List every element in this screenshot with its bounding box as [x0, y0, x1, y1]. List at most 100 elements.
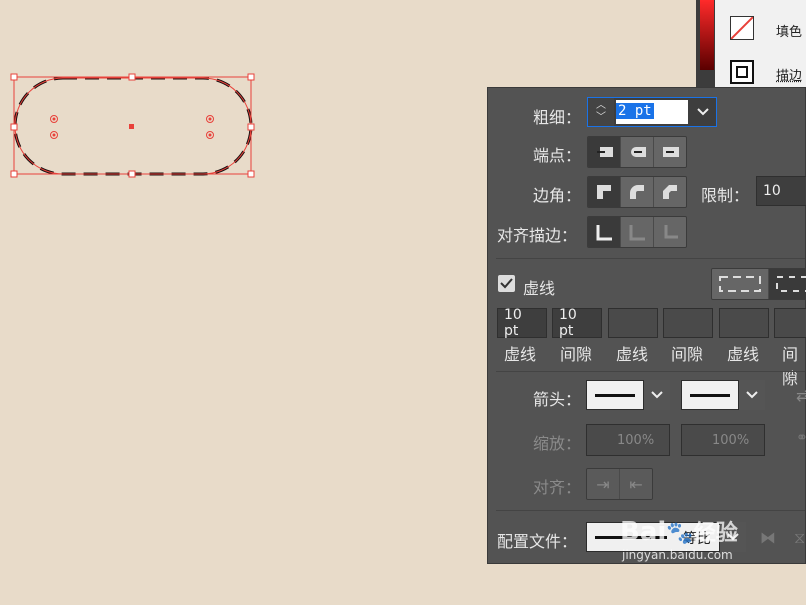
preserve-dash-button[interactable] [712, 269, 769, 299]
arrowheads-label: 箭头： [533, 390, 582, 409]
align-outside-icon [664, 225, 678, 239]
gap-caption-1: 间隙 [560, 345, 593, 364]
start-scale-input[interactable]: 100% [586, 424, 670, 456]
gap-caption-2: 间隙 [671, 345, 704, 364]
gap-field-3[interactable] [774, 308, 806, 338]
stroke-swatch[interactable] [730, 60, 754, 84]
flip-across-icon[interactable]: ⧖ [794, 528, 805, 548]
baidu-watermark: Bai🐾经验 jingyan.baidu.com [620, 518, 738, 562]
round-cap-icon [631, 147, 646, 157]
arrow-place-button[interactable]: ⇤ [620, 469, 652, 499]
align-stroke-label: 对齐描边： [497, 226, 578, 245]
fill-swatch[interactable] [730, 16, 754, 40]
dash-caption-1: 虚线 [504, 345, 537, 364]
end-arrowhead-dropdown[interactable] [739, 380, 765, 410]
separator [496, 258, 805, 259]
align-dash-button[interactable] [769, 269, 806, 299]
dash-value-1: 10 pt [504, 307, 522, 339]
round-cap-button[interactable] [621, 137, 654, 167]
end-scale-value: 100% [712, 432, 750, 448]
gap-field-2[interactable] [663, 308, 713, 338]
bevel-join-icon [663, 185, 677, 199]
checkmark-icon [500, 278, 513, 289]
weight-stepper[interactable]: ︿ ﹀ 2 pt [587, 97, 717, 127]
chevron-down-icon [697, 108, 709, 116]
up-arrow-icon[interactable]: ︿ [596, 100, 606, 112]
corner-label: 边角： [533, 186, 582, 205]
limit-value: 10 [763, 183, 781, 199]
miter-join-icon [597, 185, 611, 199]
corner-buttons[interactable] [587, 176, 687, 208]
weight-spin-buttons[interactable]: ︿ ﹀ [588, 98, 614, 126]
dashed-label: 虚线 [523, 279, 556, 298]
dash-preserve-icon [719, 276, 761, 292]
start-scale-value: 100% [617, 432, 655, 448]
arrow-align-label: 对齐： [533, 478, 582, 497]
cap-buttons[interactable] [587, 136, 687, 168]
weight-label: 粗细： [533, 108, 582, 127]
fill-label: 填色 [776, 25, 803, 40]
align-outside-button[interactable] [654, 217, 686, 247]
dash-field-3[interactable] [719, 308, 769, 338]
start-arrowhead-select[interactable] [586, 380, 670, 410]
align-stroke-buttons[interactable] [587, 216, 687, 248]
dash-alignment-buttons[interactable] [711, 268, 806, 300]
stroke-label[interactable]: 描边 [776, 65, 802, 84]
arrow-place-icon: ⇤ [629, 474, 643, 494]
fill-stroke-area: 填色 描边 [715, 0, 806, 88]
center-point [129, 124, 134, 129]
weight-value: 2 pt [616, 103, 654, 119]
weight-dropdown[interactable] [690, 98, 716, 126]
start-arrowhead-preview [586, 380, 644, 410]
watermark-url: jingyan.baidu.com [622, 548, 733, 562]
butt-cap-icon [597, 147, 613, 157]
arrow-extend-button[interactable]: ⇥ [587, 469, 620, 499]
dash-caption-3: 虚线 [727, 345, 760, 364]
butt-cap-button[interactable] [588, 137, 621, 167]
start-arrowhead-dropdown[interactable] [644, 380, 670, 410]
round-join-icon [630, 185, 644, 199]
watermark-brand: Bai [620, 517, 667, 547]
end-arrowhead-select[interactable] [681, 380, 765, 410]
dash-align-icon [776, 276, 806, 292]
paw-icon: 🐾 [666, 521, 694, 546]
limit-label: 限制： [701, 186, 750, 205]
stroke-panel: 粗细： ︿ ﹀ 2 pt 端点： 边角： 限制： 10 对齐描边： 虚线 10 … [487, 87, 806, 564]
none-slash-icon [730, 16, 754, 40]
arrow-extend-icon: ⇥ [596, 474, 610, 494]
chevron-down-icon [746, 391, 758, 399]
arrow-align-buttons[interactable]: ⇥ ⇤ [586, 468, 653, 500]
dash-caption-2: 虚线 [616, 345, 649, 364]
bevel-join-button[interactable] [654, 177, 686, 207]
weight-input[interactable]: 2 pt [616, 100, 688, 124]
down-arrow-icon[interactable]: ﹀ [596, 112, 606, 124]
profile-label: 配置文件： [497, 532, 578, 551]
separator [496, 510, 805, 511]
projecting-cap-button[interactable] [654, 137, 686, 167]
end-arrowhead-preview [681, 380, 739, 410]
flip-along-icon[interactable]: ⧓ [760, 528, 776, 547]
end-scale-input[interactable]: 100% [681, 424, 765, 456]
chevron-down-icon [651, 391, 663, 399]
dash-field-1[interactable]: 10 pt [497, 307, 547, 339]
swap-arrowheads-icon[interactable]: ⇄ [796, 386, 806, 405]
align-center-button[interactable] [588, 217, 621, 247]
dashed-checkbox[interactable] [498, 275, 515, 292]
scale-label: 缩放： [533, 434, 582, 453]
gap-value-1: 10 pt [559, 307, 577, 339]
color-gradient-bar[interactable] [700, 0, 714, 70]
limit-input[interactable]: 10 [756, 176, 806, 206]
align-inside-icon [629, 225, 645, 241]
link-scale-icon[interactable]: ⚭ [796, 430, 806, 446]
watermark-brand-tail: 经验 [693, 521, 738, 546]
align-inside-button[interactable] [621, 217, 654, 247]
align-center-icon [596, 225, 612, 241]
projecting-cap-icon [663, 147, 679, 157]
round-join-button[interactable] [621, 177, 654, 207]
miter-join-button[interactable] [588, 177, 621, 207]
gap-caption-3: 间隙 [782, 345, 799, 388]
dash-field-2[interactable] [608, 308, 658, 338]
gap-field-1[interactable]: 10 pt [552, 307, 602, 339]
selected-rounded-rectangle[interactable] [10, 73, 255, 178]
cap-label: 端点： [533, 146, 582, 165]
